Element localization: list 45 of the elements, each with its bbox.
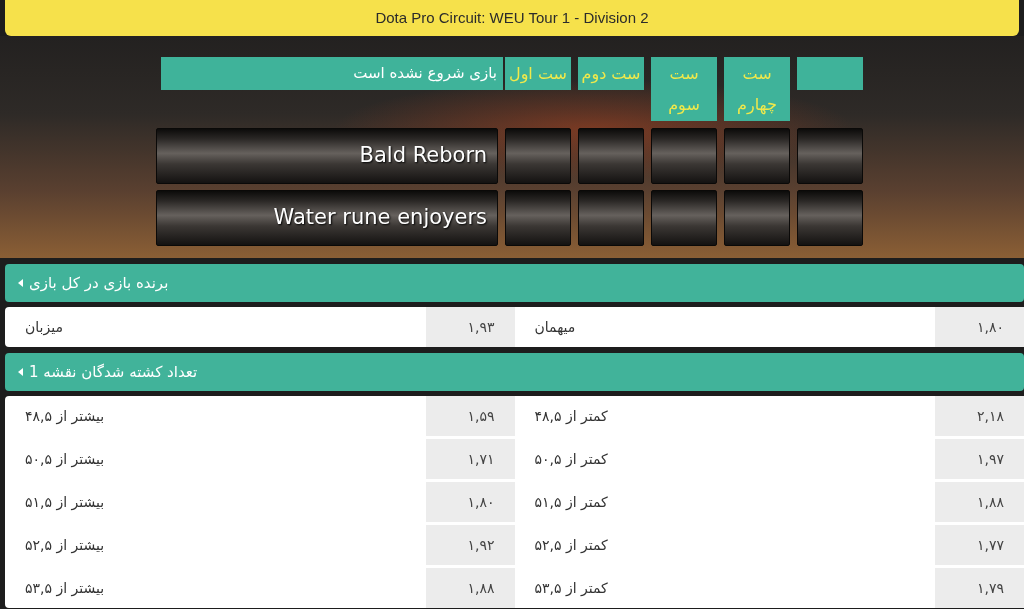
outcome-label: میهمان: [534, 317, 576, 337]
caret-left-icon: [18, 368, 23, 376]
odds-button[interactable]: ۱,۸۸: [425, 568, 515, 608]
outcome-label: بیشتر از ۵۲,۵: [25, 535, 105, 556]
outcome-label: کمتر از ۵۲,۵: [534, 535, 608, 555]
outcome-label: میزبان: [25, 317, 63, 338]
score-cell: [724, 128, 790, 184]
team-name: Water rune enjoyers: [156, 190, 498, 246]
odds-button[interactable]: ۱,۸۸: [935, 482, 1024, 522]
score-cell: [578, 128, 644, 184]
outcome-label: بیشتر از ۵۳,۵: [25, 578, 105, 599]
caret-left-icon: [18, 279, 23, 287]
team-name: Bald Reborn: [156, 128, 498, 184]
odds-button[interactable]: ۱,۸۰: [935, 307, 1024, 347]
score-cell: [797, 190, 863, 246]
odds-button[interactable]: ۱,۵۹: [425, 396, 515, 436]
set-column-header: ست سوم: [651, 57, 717, 121]
odds-button[interactable]: ۱,۹۲: [425, 525, 515, 565]
match-status: بازی شروع نشده است: [161, 57, 503, 90]
odds-button[interactable]: ۲,۱۸: [935, 396, 1024, 436]
set-column-header: ست اول: [505, 57, 571, 90]
odds-button[interactable]: ۱,۹۳: [425, 307, 515, 347]
score-cell: [651, 128, 717, 184]
outcome-label: بیشتر از ۵۱,۵: [25, 492, 105, 513]
score-cell: [578, 190, 644, 246]
odds-button[interactable]: ۱,۷۱: [425, 439, 515, 479]
page-title: Dota Pro Circuit: WEU Tour 1 - Division 2: [375, 7, 649, 28]
outcome-label: کمتر از ۵۰,۵: [534, 449, 608, 469]
outcome-label: بیشتر از ۵۰,۵: [25, 449, 105, 470]
score-cell: [724, 190, 790, 246]
score-cell: [505, 128, 571, 184]
score-cell: [651, 190, 717, 246]
set-column-header: ست چهارم: [724, 57, 790, 121]
outcome-label: بیشتر از ۴۸,۵: [25, 406, 105, 427]
odds-button[interactable]: ۱,۷۹: [935, 568, 1024, 608]
set-column-header: ست دوم: [578, 57, 644, 90]
outcome-label: کمتر از ۵۳,۵: [534, 578, 608, 598]
score-cell: [797, 128, 863, 184]
outcome-label: کمتر از ۵۱,۵: [534, 492, 608, 512]
blank-header-cell: [797, 57, 863, 90]
odds-button[interactable]: ۱,۷۷: [935, 525, 1024, 565]
outcome-label: کمتر از ۴۸,۵: [534, 406, 608, 426]
score-cell: [505, 190, 571, 246]
odds-button[interactable]: ۱,۹۷: [935, 439, 1024, 479]
odds-button[interactable]: ۱,۸۰: [425, 482, 515, 522]
